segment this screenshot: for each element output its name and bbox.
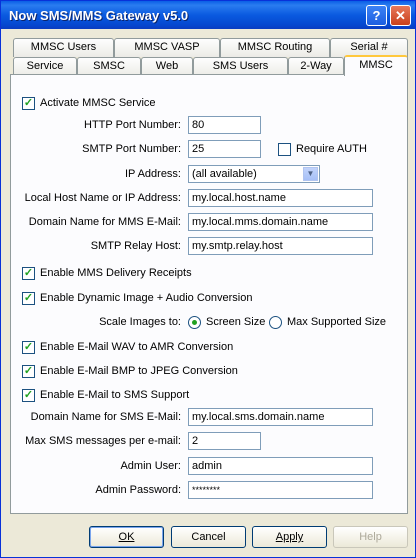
admin-password-field[interactable]: ******** [188, 481, 373, 499]
window-title: Now SMS/MMS Gateway v5.0 [9, 8, 189, 23]
help-title-button[interactable]: ? [366, 5, 387, 26]
tab-mmsc-routing[interactable]: MMSC Routing [220, 38, 330, 57]
admin-password-label: Admin Password: [95, 484, 181, 496]
sms-domain-field[interactable]: my.local.sms.domain.name [188, 408, 373, 426]
activate-mmsc-checkbox[interactable]: ✓ [22, 97, 35, 110]
email-sms-checkbox[interactable]: ✓ [22, 389, 35, 402]
radio-selected-dot [192, 320, 197, 325]
delivery-receipts-checkbox[interactable]: ✓ [22, 267, 35, 280]
admin-user-field[interactable]: admin [188, 457, 373, 475]
scale-max-label: Max Supported Size [287, 316, 387, 328]
scale-images-label: Scale Images to: [99, 316, 181, 328]
chevron-down-icon[interactable]: ▼ [303, 167, 318, 181]
scale-screen-label: Screen Size [206, 316, 266, 328]
mms-domain-field[interactable]: my.local.mms.domain.name [188, 213, 373, 231]
tab-mmsc-vasp[interactable]: MMSC VASP [114, 38, 220, 57]
email-sms-label: Enable E-Mail to SMS Support [40, 389, 190, 401]
sms-domain-label: Domain Name for SMS E-Mail: [30, 411, 181, 423]
ok-button-label: OK [118, 531, 135, 543]
smtp-port-field[interactable]: 25 [188, 140, 261, 158]
tab-mmsc[interactable]: MMSC [344, 55, 408, 76]
local-host-field[interactable]: my.local.host.name [188, 189, 373, 207]
activate-mmsc-label: Activate MMSC Service [40, 97, 156, 109]
http-port-field[interactable]: 80 [188, 116, 261, 134]
admin-user-label: Admin User: [120, 460, 181, 472]
ok-button[interactable]: OK [89, 526, 164, 548]
bmp-jpeg-label: Enable E-Mail BMP to JPEG Conversion [40, 365, 238, 377]
require-auth-checkbox[interactable] [278, 143, 291, 156]
dynamic-conversion-label: Enable Dynamic Image + Audio Conversion [40, 292, 253, 304]
http-port-label: HTTP Port Number: [84, 119, 181, 131]
mmsc-tab-panel: ✓ Activate MMSC Service HTTP Port Number… [10, 74, 408, 514]
smtp-relay-label: SMTP Relay Host: [90, 240, 181, 252]
help-button[interactable]: Help [333, 526, 408, 548]
close-button[interactable]: ✕ [390, 5, 411, 26]
apply-button[interactable]: Apply [252, 526, 327, 548]
smtp-relay-field[interactable]: my.smtp.relay.host [188, 237, 373, 255]
title-bar: Now SMS/MMS Gateway v5.0 ? ✕ [1, 1, 415, 29]
max-sms-label: Max SMS messages per e-mail: [25, 435, 181, 447]
scale-screen-radio[interactable] [188, 316, 201, 329]
dialog-window: Now SMS/MMS Gateway v5.0 ? ✕ MMSC Users … [0, 0, 416, 558]
local-host-label: Local Host Name or IP Address: [24, 192, 181, 204]
smtp-port-label: SMTP Port Number: [82, 143, 181, 155]
cancel-button[interactable]: Cancel [171, 526, 246, 548]
ip-address-select[interactable]: (all available) ▼ [188, 165, 320, 183]
dynamic-conversion-checkbox[interactable]: ✓ [22, 292, 35, 305]
max-sms-field[interactable]: 2 [188, 432, 261, 450]
tab-mmsc-users[interactable]: MMSC Users [13, 38, 114, 57]
apply-button-label: Apply [275, 531, 304, 543]
scale-max-radio[interactable] [269, 316, 282, 329]
ip-address-label: IP Address: [124, 168, 181, 180]
delivery-receipts-label: Enable MMS Delivery Receipts [40, 267, 192, 279]
wav-amr-label: Enable E-Mail WAV to AMR Conversion [40, 341, 234, 353]
wav-amr-checkbox[interactable]: ✓ [22, 341, 35, 354]
mms-domain-label: Domain Name for MMS E-Mail: [28, 216, 181, 228]
bmp-jpeg-checkbox[interactable]: ✓ [22, 365, 35, 378]
require-auth-label: Require AUTH [296, 143, 367, 155]
ip-address-value: (all available) [192, 168, 257, 180]
